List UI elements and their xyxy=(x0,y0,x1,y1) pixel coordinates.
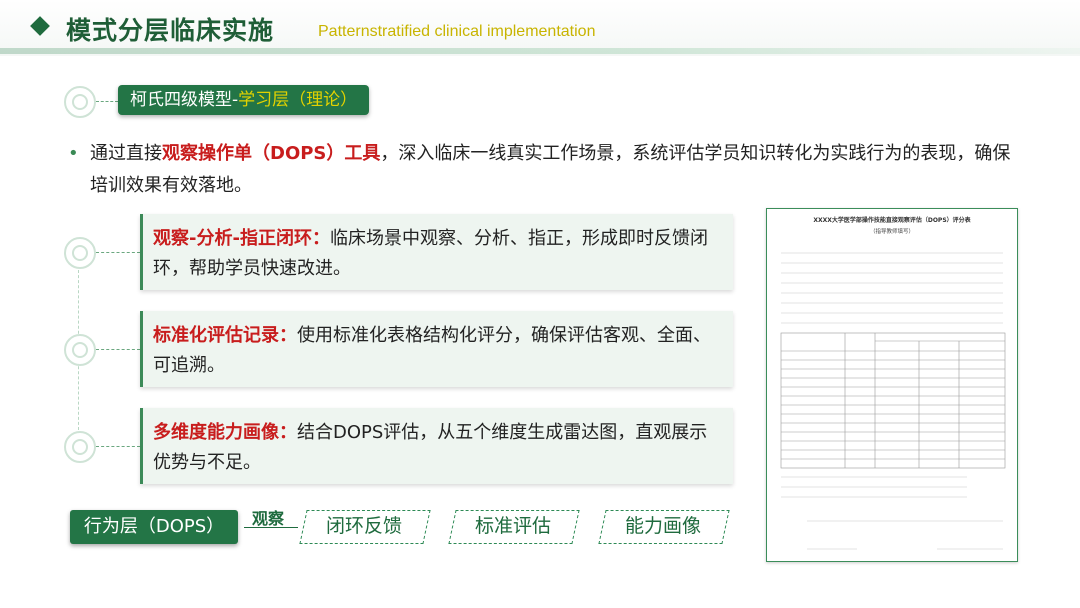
ring-icon xyxy=(64,86,96,118)
feature-card-closed-loop: 观察-分析-指正闭环：临床场景中观察、分析、指正，形成即时反馈闭环，帮助学员快速… xyxy=(140,214,733,290)
diamond-icon xyxy=(30,16,50,36)
outcome-profile: 能力画像 xyxy=(624,515,701,537)
connector-line xyxy=(96,101,118,102)
ring-icon xyxy=(64,334,96,366)
layer-pill-prefix: 柯氏四级模型- xyxy=(130,90,239,110)
ring-icon xyxy=(64,237,96,269)
dops-form-image: XXXX大学医学部操作技能直接观察评估（DOPS）评分表 （指导教师填写） xyxy=(766,208,1018,562)
connector-line xyxy=(96,446,140,447)
intro-bullet: • 通过直接观察操作单（DOPS）工具，深入临床一线真实工作场景，系统评估学员知… xyxy=(68,138,1018,202)
connector-line xyxy=(96,252,140,253)
page-title: 模式分层临床实施 xyxy=(66,16,275,45)
connector-line xyxy=(96,349,140,350)
card-text: 标准化评估记录：使用标准化表格结构化评分，确保评估客观、全面、可追溯。 xyxy=(153,321,723,381)
card-label: 多维度能力画像： xyxy=(153,422,297,443)
page-subtitle: Patternstratified clinical implementatio… xyxy=(318,23,596,40)
ring-icon xyxy=(64,431,96,463)
header-underline xyxy=(0,48,1080,54)
learning-layer-label: 柯氏四级模型-学习层（理论） xyxy=(118,85,370,115)
bullet-text-highlight: 观察操作单（DOPS）工具 xyxy=(162,143,381,164)
outcome-feedback: 闭环反馈 xyxy=(325,515,402,537)
form-lines xyxy=(780,252,1006,550)
bullet-dot: • xyxy=(68,143,79,164)
feature-card-standard-record: 标准化评估记录：使用标准化表格结构化评分，确保评估客观、全面、可追溯。 xyxy=(140,311,733,387)
bullet-text-before: 通过直接 xyxy=(90,143,162,164)
card-label: 观察-分析-指正闭环： xyxy=(153,228,330,249)
header-bar: 模式分层临床实施 Patternstratified clinical impl… xyxy=(0,0,1080,56)
card-text: 多维度能力画像：结合DOPS评估，从五个维度生成雷达图，直观展示优势与不足。 xyxy=(153,418,723,478)
observe-label: 观察 xyxy=(252,509,285,528)
observe-arrow xyxy=(244,527,298,528)
bullet-text: 通过直接观察操作单（DOPS）工具，深入临床一线真实工作场景，系统评估学员知识转… xyxy=(90,138,1018,202)
behavior-layer-label: 行为层（DOPS） xyxy=(70,510,238,544)
feature-card-ability-profile: 多维度能力画像：结合DOPS评估，从五个维度生成雷达图，直观展示优势与不足。 xyxy=(140,408,733,484)
card-text: 观察-分析-指正闭环：临床场景中观察、分析、指正，形成即时反馈闭环，帮助学员快速… xyxy=(153,224,723,284)
card-label: 标准化评估记录： xyxy=(153,325,297,346)
layer-pill-highlight: 学习层（理论） xyxy=(238,90,358,110)
outcome-evaluation: 标准评估 xyxy=(474,515,551,537)
